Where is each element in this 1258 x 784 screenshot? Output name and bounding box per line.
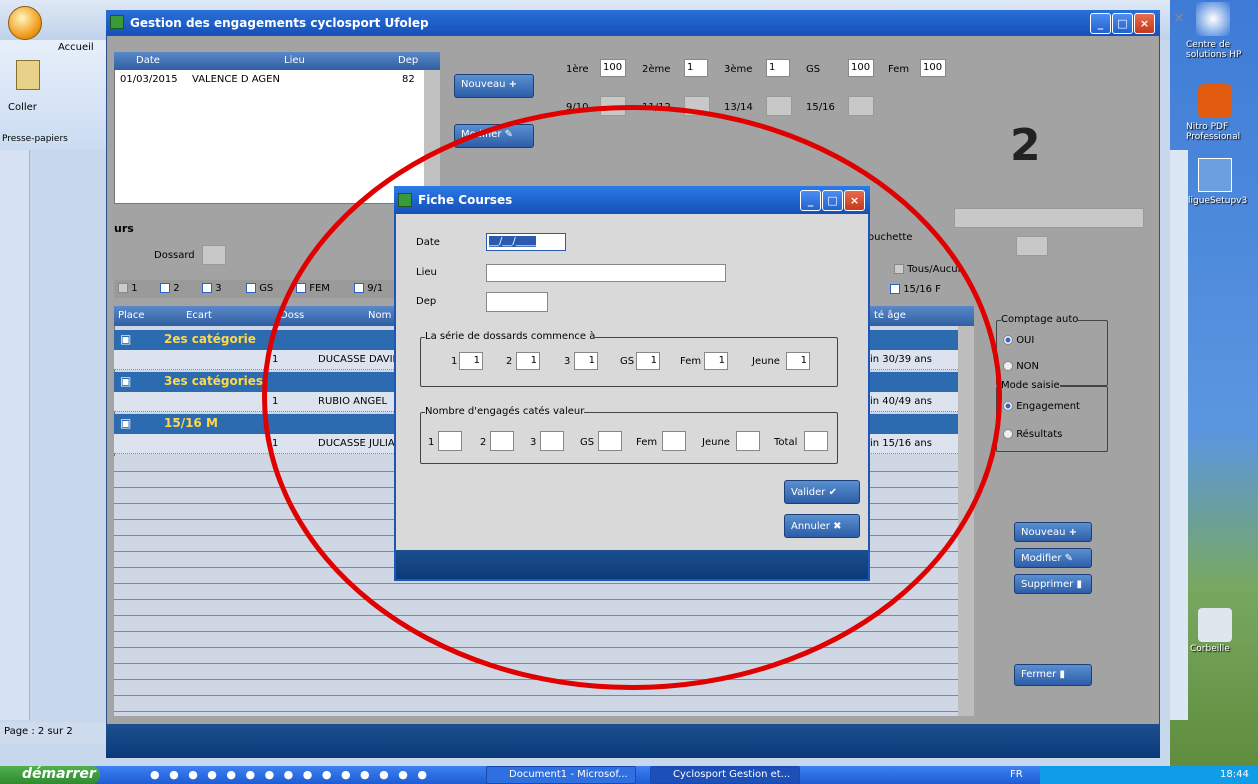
word-ribbon: Accueil Coller Presse-papiers xyxy=(0,40,108,150)
cat-label: GS xyxy=(806,64,821,75)
col-date[interactable]: Date xyxy=(136,55,160,66)
radio-label: Engagement xyxy=(1016,401,1080,412)
comptage-group: Comptage auto OUI NON xyxy=(996,314,1108,386)
red-ellipse-annotation xyxy=(262,105,1002,690)
cat-input[interactable]: 100 xyxy=(600,59,626,77)
clipboard-group-label: Presse-papiers xyxy=(2,134,68,144)
vertical-ruler xyxy=(0,150,30,720)
filter-2[interactable]: 2 xyxy=(160,283,180,294)
clock[interactable]: 18:44 xyxy=(1220,769,1249,780)
modify-entry-button[interactable]: Modifier ✎ xyxy=(1014,548,1092,568)
col-place[interactable]: Place xyxy=(118,310,145,321)
button-label: Supprimer xyxy=(1021,579,1074,590)
race-lieu: VALENCE D AGEN xyxy=(192,74,280,85)
filter-gs[interactable]: GS xyxy=(246,283,273,294)
desktop-icon-label: Corbeille xyxy=(1190,644,1230,654)
word-close-icon[interactable]: × xyxy=(1170,10,1188,28)
taskbar-item-cyclosport[interactable]: Cyclosport Gestion et... xyxy=(650,766,800,784)
comptage-non-radio[interactable]: NON xyxy=(1003,361,1039,372)
office-button-icon[interactable] xyxy=(8,6,42,40)
radio-label: NON xyxy=(1016,361,1040,372)
filter-label: 2 xyxy=(173,283,180,294)
quicklaunch-icons[interactable]: ● ● ● ● ● ● ● ● ● ● ● ● ● ● ● xyxy=(150,768,450,782)
cat2-input[interactable] xyxy=(766,96,792,116)
word-status-bar: Page : 2 sur 2 xyxy=(0,722,108,744)
close-app-button[interactable]: Fermer ▮ xyxy=(1014,664,1092,686)
filter-label: 1 xyxy=(131,283,138,294)
dossard-label: Dossard xyxy=(154,250,195,261)
small-field[interactable] xyxy=(1016,236,1048,256)
tab-accueil[interactable]: Accueil xyxy=(58,42,94,53)
mode-title: Mode saisie xyxy=(1001,380,1060,391)
setup-icon[interactable] xyxy=(1198,158,1232,192)
radio-label: OUI xyxy=(1016,335,1035,346)
new-race-label: Nouveau xyxy=(461,79,506,90)
race-date: 01/03/2015 xyxy=(120,74,178,85)
col-lieu[interactable]: Lieu xyxy=(284,55,305,66)
comptage-title: Comptage auto xyxy=(1001,314,1079,325)
mode-engagement-radio[interactable]: Engagement xyxy=(1003,401,1080,412)
cat-input[interactable]: 1 xyxy=(766,59,790,77)
filter-label: 3 xyxy=(215,283,222,294)
race-row[interactable]: 01/03/2015 VALENCE D AGEN 82 xyxy=(114,72,424,86)
app-icon xyxy=(110,15,124,29)
cat-label: 1ère xyxy=(566,64,589,75)
app-titlebar: Gestion des engagements cyclosport Ufole… xyxy=(106,10,1160,36)
filter-1[interactable]: 1 xyxy=(118,283,138,294)
taskbar-item-word[interactable]: Document1 - Microsof... xyxy=(486,766,636,784)
recycle-bin-icon[interactable] xyxy=(1198,608,1232,642)
minimize-button[interactable]: _ xyxy=(1090,13,1111,34)
cat-input[interactable]: 1 xyxy=(684,59,708,77)
desktop-icon-label: Nitro PDF Professional xyxy=(1186,122,1241,142)
filter-label: GS xyxy=(259,283,274,294)
desktop-icon-label: ligueSetupv3 xyxy=(1188,196,1248,206)
comptage-oui-radio[interactable]: OUI xyxy=(1003,335,1034,346)
cat2-label: 15/16 xyxy=(806,102,835,113)
maximize-button[interactable]: □ xyxy=(1112,13,1133,34)
desktop-icon-label: Centre de solutions HP xyxy=(1186,40,1242,60)
search-field[interactable] xyxy=(954,208,1144,228)
button-label: Nouveau xyxy=(1021,527,1066,538)
system-tray: 18:44 xyxy=(1040,766,1258,784)
filter-3[interactable]: 3 xyxy=(202,283,222,294)
cat-label: Fem xyxy=(888,64,910,75)
app-title: Gestion des engagements cyclosport Ufole… xyxy=(130,16,429,30)
new-entry-button[interactable]: Nouveau + xyxy=(1014,522,1092,542)
paste-icon[interactable] xyxy=(16,60,40,90)
app-status-bar xyxy=(106,724,1160,758)
button-label: Fermer xyxy=(1021,669,1057,680)
races-table-header: Date Lieu Dep xyxy=(114,52,440,70)
cat-label: 2ème xyxy=(642,64,671,75)
nitro-pdf-icon[interactable] xyxy=(1198,84,1232,118)
dossard-input[interactable] xyxy=(202,245,226,265)
new-race-button[interactable]: Nouveau + xyxy=(454,74,534,98)
cat2-label: 13/14 xyxy=(724,102,753,113)
cat2-input[interactable] xyxy=(848,96,874,116)
button-label: Modifier xyxy=(1021,553,1062,564)
col-dep[interactable]: Dep xyxy=(398,55,418,66)
close-button[interactable]: × xyxy=(1134,13,1155,34)
hp-icon[interactable] xyxy=(1196,2,1230,36)
section-label: urs xyxy=(114,222,134,235)
cat-label: 3ème xyxy=(724,64,753,75)
mode-group: Mode saisie Engagement Résultats xyxy=(996,380,1108,452)
start-button[interactable]: démarrer xyxy=(0,766,100,784)
race-dep: 82 xyxy=(402,74,415,85)
word-scrollbar[interactable] xyxy=(1170,150,1188,720)
col-ecart[interactable]: Ecart xyxy=(186,310,212,321)
cat-input[interactable]: 100 xyxy=(848,59,874,77)
cat-input[interactable]: 100 xyxy=(920,59,946,77)
mode-resultats-radio[interactable]: Résultats xyxy=(1003,429,1062,440)
delete-entry-button[interactable]: Supprimer ▮ xyxy=(1014,574,1092,594)
radio-label: Résultats xyxy=(1016,429,1063,440)
language-indicator[interactable]: FR xyxy=(1010,769,1023,780)
start-label: démarrer xyxy=(22,766,96,782)
big-counter: 2 xyxy=(1010,120,1041,171)
paste-label[interactable]: Coller xyxy=(8,102,37,113)
group-name: 15/16 M xyxy=(164,416,218,430)
group-name: 2es catégorie xyxy=(164,332,256,346)
group-name: 3es catégories xyxy=(164,374,264,388)
